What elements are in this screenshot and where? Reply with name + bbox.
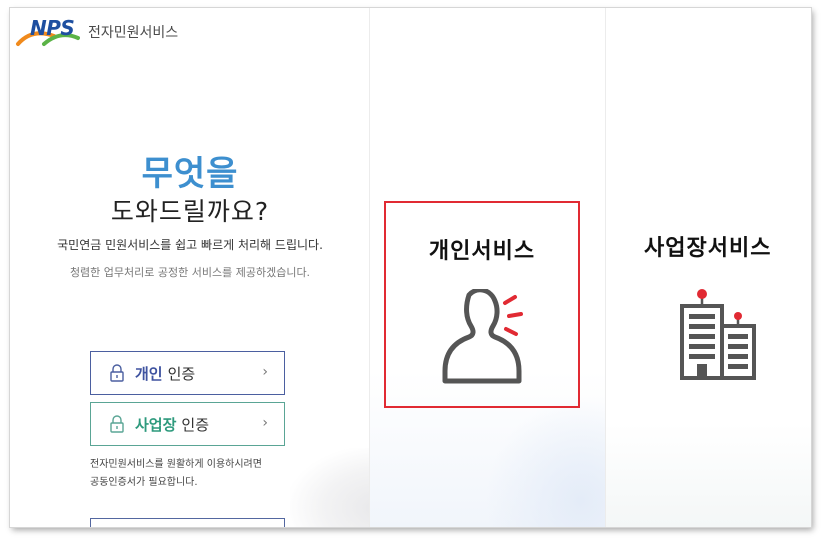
- person-alert-icon: [442, 289, 523, 384]
- nps-logo-mark: NPS: [14, 14, 80, 48]
- business-service-panel[interactable]: 사업장서비스: [605, 8, 811, 527]
- personal-auth-button[interactable]: 개인 인증 ›: [90, 351, 285, 395]
- service-name: 전자민원서비스: [88, 25, 179, 41]
- personal-service-card[interactable]: 개인서비스: [384, 201, 580, 408]
- headline-title: 무엇을: [141, 154, 239, 194]
- lock-icon: [110, 364, 124, 382]
- building-icon: [680, 289, 756, 380]
- personal-service-title: 개인서비스: [428, 239, 536, 264]
- notice-line-1: 전자민원서비스를 원활하게 이용하시려면: [90, 459, 262, 470]
- notice-line-2: 공동인증서가 필요합니다.: [90, 477, 198, 488]
- partial-button[interactable]: [90, 518, 285, 527]
- left-panel: NPS 전자민원서비스 무엇을 도와드릴까요? 국민연금 민원서비스를 쉽고 빠…: [10, 8, 440, 527]
- business-auth-label: 인증: [181, 415, 210, 434]
- personal-auth-label: 인증: [167, 364, 196, 383]
- lock-icon: [110, 415, 124, 433]
- nps-logo[interactable]: NPS 전자민원서비스: [14, 14, 178, 54]
- personal-auth-strong: 개인: [135, 364, 163, 383]
- headline-subtitle: 도와드릴까요?: [110, 197, 270, 226]
- logo-text: NPS: [30, 16, 75, 40]
- decorative-gradient: [485, 397, 605, 527]
- personal-service-panel: 개인서비스: [369, 8, 605, 527]
- chevron-right-icon: ›: [262, 415, 268, 431]
- intro-description-sub: 청렴한 업무처리로 공정한 서비스를 제공하겠습니다.: [69, 266, 311, 279]
- certificate-notice: 전자민원서비스를 원활하게 이용하시려면 공동인증서가 필요합니다.: [90, 456, 310, 492]
- chevron-right-icon: ›: [262, 364, 268, 380]
- business-auth-strong: 사업장: [135, 415, 177, 434]
- app-window: NPS 전자민원서비스 무엇을 도와드릴까요? 국민연금 민원서비스를 쉽고 빠…: [10, 8, 811, 527]
- business-service-title: 사업장서비스: [644, 236, 772, 261]
- business-auth-button[interactable]: 사업장 인증 ›: [90, 402, 285, 446]
- intro-description: 국민연금 민원서비스를 쉽고 빠르게 처리해 드립니다.: [57, 238, 323, 252]
